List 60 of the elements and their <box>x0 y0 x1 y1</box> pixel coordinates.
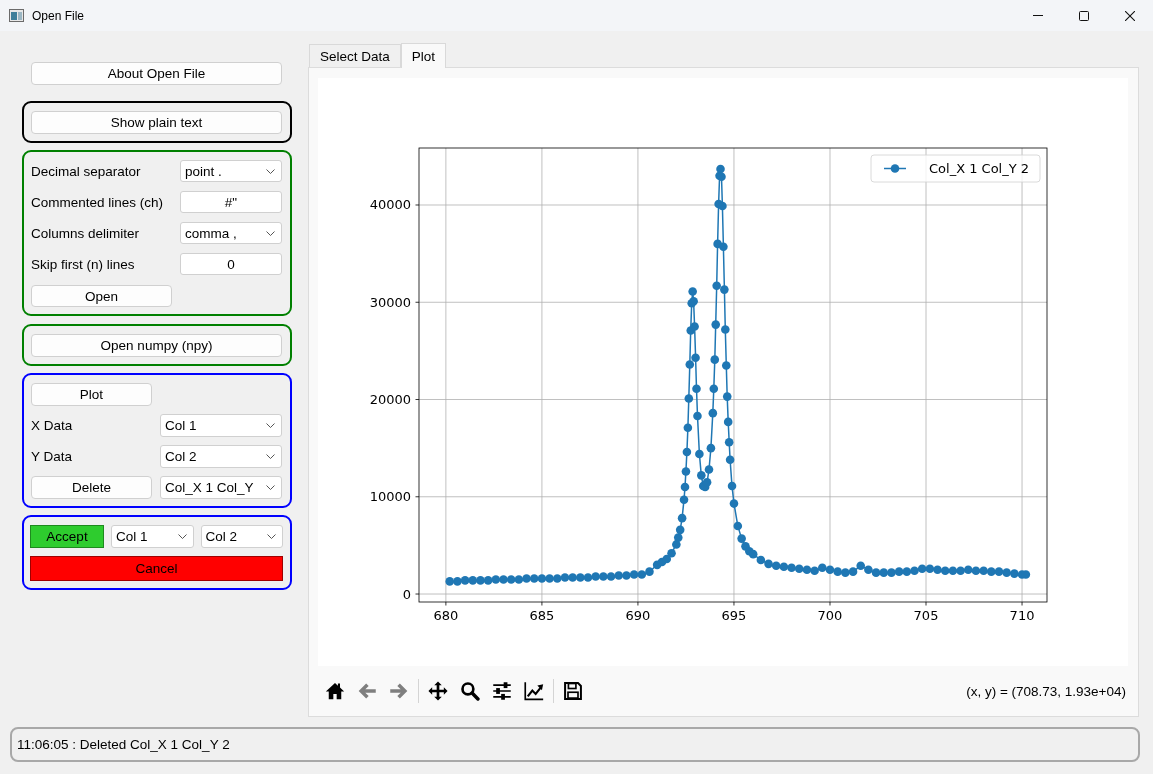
window-title: Open File <box>32 8 85 23</box>
x-tick-label: 680 <box>433 607 459 623</box>
field-label: Commented lines (ch) <box>31 194 165 210</box>
legend-label: Col_X 1 Col_Y 2 <box>929 161 1030 176</box>
status-message: 11:06:05 : Deleted Col_X 1 Col_Y 2 <box>17 737 230 752</box>
chevron-down-icon <box>177 534 187 539</box>
text-field[interactable]: 0 <box>180 253 282 275</box>
x-tick-label: 710 <box>1009 607 1035 623</box>
legend-line-icon <box>883 164 907 173</box>
home-icon <box>325 681 345 701</box>
plot-button[interactable]: Plot <box>31 383 152 406</box>
about-button[interactable]: About Open File <box>31 62 282 85</box>
dropdown[interactable]: Col 2 <box>200 525 283 548</box>
chevron-down-icon <box>266 423 275 428</box>
search-icon <box>460 681 480 701</box>
maximize-icon <box>1079 10 1089 21</box>
cancel-button[interactable]: Cancel <box>30 556 283 581</box>
accept-button[interactable]: Accept <box>30 525 104 548</box>
y-tick-label: 30000 <box>369 294 411 310</box>
x-tick-label: 700 <box>817 607 843 623</box>
field-label: Columns delimiter <box>31 225 141 241</box>
line-chart-icon <box>524 681 544 701</box>
show-plain-text-button[interactable]: Show plain text <box>31 111 282 134</box>
arrow-right-icon <box>389 681 409 701</box>
minimize-icon <box>1033 15 1043 16</box>
field-label: X Data <box>31 418 74 433</box>
open-numpy-button[interactable]: Open numpy (npy) <box>31 334 282 357</box>
app-icon <box>9 9 24 22</box>
y-tick-label: 20000 <box>369 392 411 407</box>
cursor-coordinates: (x, y) = (708.73, 1.93e+04) <box>966 683 1126 699</box>
dropdown[interactable]: Col 1 <box>111 525 194 548</box>
field-label: Y Data <box>31 449 74 464</box>
tab[interactable]: Select Data <box>309 44 401 67</box>
delete-button[interactable]: Delete <box>31 476 152 499</box>
chevron-down-icon <box>266 230 275 236</box>
chevron-down-icon <box>266 168 275 174</box>
move-icon <box>428 681 448 701</box>
chevron-down-icon <box>267 534 276 539</box>
sliders-icon <box>492 681 512 701</box>
chevron-down-icon <box>266 485 275 490</box>
x-tick-label: 705 <box>913 607 939 623</box>
x-tick-label: 690 <box>625 607 651 623</box>
tab[interactable]: Plot <box>400 43 447 68</box>
y-tick-label: 0 <box>402 586 411 602</box>
dropdown[interactable]: Col_X 1 Col_Y <box>160 476 282 499</box>
y-tick-label: 10000 <box>369 489 411 505</box>
x-tick-label: 685 <box>529 607 555 623</box>
arrow-left-icon <box>357 681 377 701</box>
dropdown[interactable]: Col 2 <box>160 445 282 468</box>
close-icon <box>1125 10 1135 21</box>
x-tick-label: 695 <box>721 607 747 623</box>
field-label: Decimal separator <box>31 163 142 179</box>
dropdown[interactable]: point . <box>180 160 282 182</box>
text-field[interactable]: #" <box>180 191 282 213</box>
open-button[interactable]: Open <box>31 285 172 307</box>
field-label: Skip first (n) lines <box>31 256 136 272</box>
y-tick-label: 40000 <box>369 197 411 213</box>
dropdown[interactable]: Col 1 <box>160 414 282 437</box>
dropdown[interactable]: comma , <box>180 222 282 244</box>
chevron-down-icon <box>266 454 275 459</box>
